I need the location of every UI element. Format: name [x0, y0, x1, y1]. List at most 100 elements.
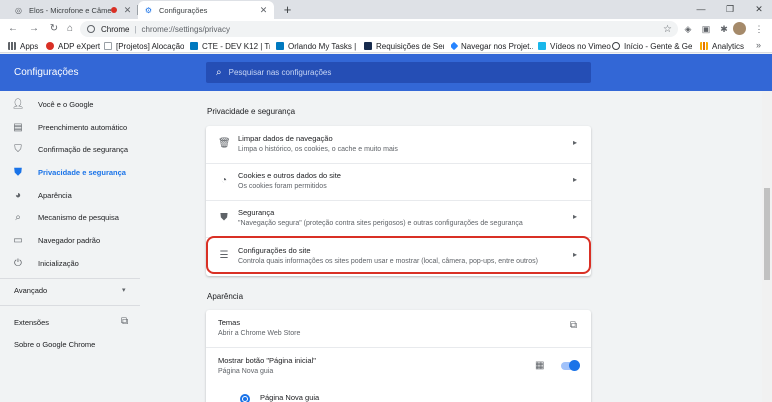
apps-grid-icon [8, 42, 16, 50]
chevron-right-icon: ▸ [572, 212, 577, 221]
browser-icon: ▭ [13, 234, 23, 246]
trash-icon: 🗑︎ [218, 138, 231, 149]
sidebar-item-aparencia[interactable]: ◕ Aparência [0, 184, 140, 206]
row-subtitle: Os cookies foram permitidos [238, 183, 327, 190]
clipboard-icon: ▤ [13, 121, 23, 133]
tab-settings[interactable]: ⚙ Configurações ✕ [138, 1, 274, 19]
section-title-privacy: Privacidade e segurança [207, 107, 296, 116]
menu-kebab-icon[interactable]: ⋮ [753, 23, 765, 35]
maximize-icon[interactable]: ❐ [723, 2, 737, 16]
sidebar-item-preenchimento[interactable]: ▤ Preenchimento automático [0, 116, 140, 138]
bookmark-label: Navegar nos Projet... [461, 41, 533, 51]
appearance-card: Temas Abrir a Chrome Web Store ⧉ Mostrar… [206, 310, 591, 402]
bookmark-projetos[interactable]: [Projetos] Alocação... [104, 41, 184, 51]
bookmark-inicio[interactable]: Início - Gente & Ge... [612, 41, 692, 51]
new-tab-button[interactable]: + [280, 2, 295, 17]
sidebar-item-label: Você e o Google [38, 99, 94, 109]
puzzle-icon[interactable]: ✱ [718, 23, 730, 35]
address-bar[interactable]: Chrome | chrome://settings/privacy ☆ [80, 21, 678, 37]
sidebar-item-label: Inicialização [38, 258, 79, 268]
omnibox-scheme: Chrome [101, 24, 130, 34]
bookmark-apps[interactable]: Apps [8, 41, 38, 51]
section-title-appearance: Aparência [207, 292, 244, 301]
close-icon[interactable]: ✕ [259, 5, 268, 16]
home-button-toggle[interactable] [561, 360, 580, 371]
analytics-icon [700, 42, 708, 50]
settings-search-input[interactable]: ⌕ Pesquisar nas configurações [206, 62, 591, 83]
shield-icon: ⛊ [220, 212, 228, 223]
bookmark-orlando[interactable]: Orlando My Tasks | ... [276, 41, 356, 51]
chevron-double-right-icon[interactable]: » [756, 40, 761, 50]
row-themes[interactable]: Temas Abrir a Chrome Web Store ⧉ [206, 310, 591, 346]
chevron-right-icon: ▸ [572, 175, 577, 184]
bookmark-label: CTE - DEV K12 | Trel... [202, 41, 270, 51]
sidebar-extensions[interactable]: Extensões [14, 318, 49, 327]
row-title: Limpar dados de navegação [238, 134, 333, 143]
row-title: Segurança [238, 208, 275, 217]
sidebar-item-navegador[interactable]: ▭ Navegador padrão [0, 229, 140, 251]
row-radio-new-tab[interactable]: Página Nova guia [206, 386, 591, 402]
close-window-icon[interactable]: ✕ [752, 2, 766, 16]
row-title: Temas [218, 318, 241, 327]
reload-icon[interactable]: ↻ [47, 22, 61, 36]
bookmark-adp[interactable]: ADP eXpert [46, 41, 100, 51]
palette-icon: ◕ [14, 189, 22, 201]
sidebar-item-inicializacao[interactable]: ⏻ Inicialização [0, 252, 140, 274]
sidebar-item-mecanismo[interactable]: ⌕ Mecanismo de pesquisa [0, 206, 140, 228]
external-link-icon[interactable]: ⧉ [121, 316, 128, 327]
recording-icon [111, 7, 117, 13]
bookmark-vimeo[interactable]: Vídeos no Vimeo [538, 41, 611, 51]
tab-elos[interactable]: ◎ Elos - Microfone e Câmera ✕ [8, 1, 138, 19]
row-security[interactable]: ⛊ Segurança "Navegação segura" (proteção… [206, 200, 591, 236]
sidebar-about[interactable]: Sobre o Google Chrome [14, 340, 95, 349]
divider [0, 278, 140, 279]
radio-new-tab[interactable] [240, 394, 250, 402]
scrollbar-thumb[interactable] [764, 188, 770, 280]
home-icon[interactable]: ⌂ [63, 22, 77, 36]
gear-icon: ⚙ [144, 5, 153, 15]
row-title: Cookies e outros dados do site [238, 171, 341, 180]
sidebar-item-label: Privacidade e segurança [38, 167, 126, 177]
extension-icon[interactable]: ▣ [700, 23, 712, 35]
sidebar-item-label: Aparência [38, 190, 72, 200]
bookmark-label: Início - Gente & Ge... [624, 41, 692, 51]
row-subtitle: Abrir a Chrome Web Store [218, 330, 301, 337]
highlight-box [206, 236, 591, 274]
row-subtitle: Limpa o histórico, os cookies, o cache e… [238, 146, 398, 153]
shield-check-icon: ⛉ [14, 143, 22, 155]
bookmark-label: Orlando My Tasks | ... [288, 41, 356, 51]
row-clear-browsing-data[interactable]: 🗑︎ Limpar dados de navegação Limpa o his… [206, 126, 591, 162]
close-icon[interactable]: ✕ [123, 5, 132, 16]
toggle-knob [569, 360, 580, 371]
divider [0, 305, 140, 306]
bookmark-navegar[interactable]: Navegar nos Projet... [451, 41, 533, 51]
forward-arrow-icon[interactable]: → [27, 22, 41, 36]
star-icon[interactable]: ☆ [663, 24, 672, 35]
search-icon: ⌕ [15, 211, 21, 223]
avatar[interactable] [733, 22, 746, 35]
sidebar-item-confirmacao[interactable]: ⛉ Confirmação de segurança [0, 138, 140, 160]
vimeo-icon [538, 42, 546, 50]
trello-icon [276, 42, 284, 50]
row-cookies[interactable]: ◔ Cookies e outros dados do site Os cook… [206, 163, 591, 199]
sidebar-advanced[interactable]: Avançado [14, 286, 47, 295]
bookmark-trello[interactable]: CTE - DEV K12 | Trel... [190, 41, 270, 51]
adp-icon [46, 42, 54, 50]
bookmark-label: Requisições de Serv... [376, 41, 444, 51]
bookmark-label: [Projetos] Alocação... [116, 41, 184, 51]
extension-icon[interactable]: ◈ [682, 23, 694, 35]
sidebar-item-label: Navegador padrão [38, 235, 101, 245]
triangle-down-icon[interactable]: ▾ [122, 286, 126, 294]
bookmark-requisicoes[interactable]: Requisições de Serv... [364, 41, 444, 51]
globe-icon [612, 42, 620, 50]
sidebar-item-label: Confirmação de segurança [38, 144, 129, 154]
tab-title: Configurações [159, 5, 208, 15]
globe-icon: ◎ [15, 5, 22, 15]
sidebar-item-voce-e-o-google[interactable]: 👤︎ Você e o Google [0, 93, 140, 115]
person-icon: 👤︎ [11, 98, 25, 110]
minimize-icon[interactable]: — [694, 2, 708, 16]
bookmark-analytics[interactable]: Analytics [700, 41, 744, 51]
sidebar-item-privacidade[interactable]: ⛊ Privacidade e segurança [0, 161, 140, 183]
back-arrow-icon[interactable]: ← [6, 22, 20, 36]
external-link-icon: ⧉ [569, 320, 577, 331]
